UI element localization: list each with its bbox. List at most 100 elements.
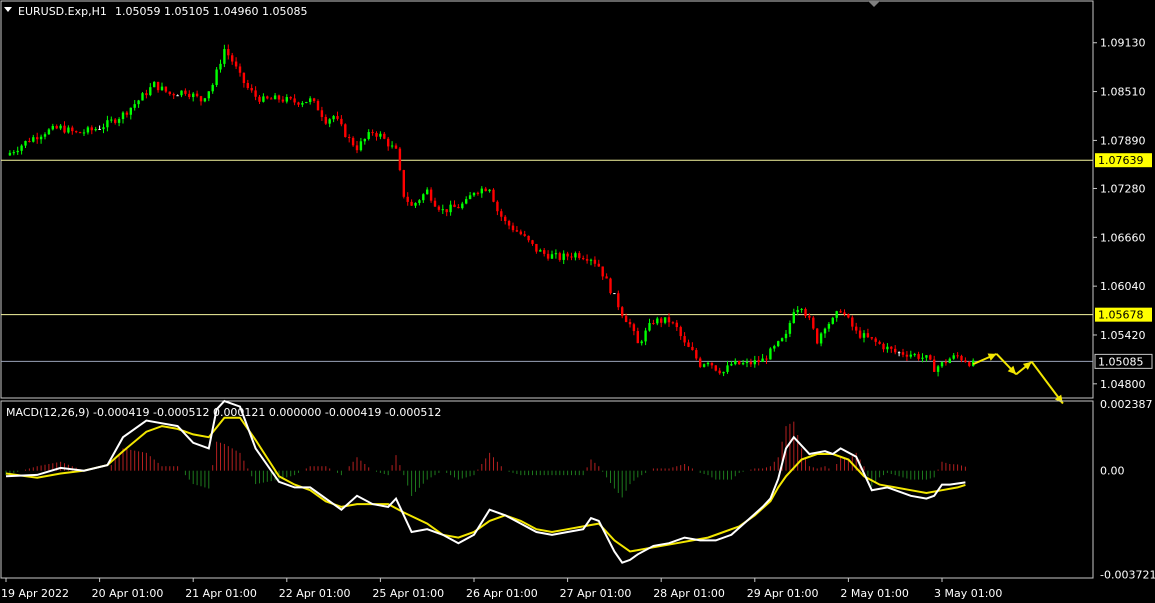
candle-body	[851, 317, 854, 327]
candle-body	[956, 355, 959, 357]
candle-body	[948, 358, 951, 364]
candle-body	[738, 360, 741, 365]
candle-body	[695, 350, 698, 359]
candle-body	[320, 110, 324, 117]
candle-body	[324, 116, 327, 124]
candle-body	[812, 317, 815, 329]
candle-body	[968, 362, 971, 366]
candle-body	[453, 204, 456, 208]
candle-body	[671, 322, 675, 324]
candle-body	[679, 327, 682, 337]
candle-body	[546, 253, 550, 259]
candle-body	[398, 148, 402, 171]
candle-body	[831, 317, 834, 324]
candle-body	[281, 99, 285, 102]
candle-body	[827, 323, 831, 329]
candle-body	[589, 259, 593, 261]
candle-body	[769, 348, 772, 360]
price-tick-label: 1.06660	[1100, 231, 1146, 244]
candle-body	[780, 338, 784, 342]
candle-body	[523, 234, 526, 236]
candle-body	[301, 103, 304, 105]
candle-body	[12, 152, 15, 154]
candle-body	[273, 95, 277, 100]
macd-tick-label: -0.003721	[1100, 568, 1155, 581]
candle-body	[355, 145, 359, 151]
candle-body	[192, 93, 195, 98]
candle-body	[32, 137, 35, 142]
candle-body	[804, 308, 807, 316]
candle-body	[262, 96, 265, 102]
candle-body	[457, 207, 460, 209]
candle-body	[426, 189, 429, 195]
candle-body	[944, 362, 948, 364]
candle-body	[585, 259, 589, 261]
candle-body	[808, 315, 811, 318]
candle-body	[71, 127, 74, 132]
candle-body	[535, 243, 538, 252]
candle-body	[741, 363, 745, 365]
candle-body	[601, 266, 604, 277]
candle-body	[449, 204, 452, 213]
candle-body	[648, 323, 651, 331]
candle-body	[102, 127, 105, 130]
candle-body	[211, 84, 214, 92]
candle-body	[609, 278, 612, 294]
candle-body	[675, 322, 678, 328]
candle-body	[527, 235, 530, 241]
candle-body	[28, 141, 31, 143]
candle-body	[363, 138, 366, 142]
candle-body	[433, 200, 437, 207]
chart-window[interactable]: 1.09130 1.08510 1.07890 1.07280 1.06660 1.060…	[0, 0, 1155, 603]
candle-body	[722, 371, 725, 374]
candle-body	[188, 93, 191, 98]
candle-body	[117, 119, 121, 123]
candle-body	[418, 200, 421, 203]
candle-body	[375, 133, 378, 137]
candle-body	[757, 360, 760, 362]
candle-body	[340, 118, 343, 125]
candle-body	[940, 362, 944, 367]
candle-body	[558, 253, 561, 260]
candle-body	[387, 138, 390, 147]
candle-body	[133, 104, 136, 108]
time-tick-label: 27 Apr 01:00	[560, 587, 632, 600]
candle-body	[55, 125, 58, 129]
time-tick-label: 26 Apr 01:00	[466, 587, 538, 600]
candle-body	[784, 333, 788, 339]
candle-body	[730, 364, 733, 366]
candle-body	[484, 188, 487, 192]
candle-body	[445, 209, 448, 213]
candle-body	[644, 330, 647, 342]
candle-body	[632, 324, 636, 332]
candle-body	[195, 93, 199, 97]
candle-body	[129, 107, 132, 115]
candle-body	[176, 95, 179, 97]
candle-body	[145, 93, 148, 96]
candle-body	[691, 346, 694, 351]
candle-body	[800, 308, 803, 310]
candle-body	[43, 134, 47, 137]
time-tick-label: 3 May 01:00	[934, 587, 1002, 600]
candle-body	[539, 250, 542, 252]
candle-body	[640, 341, 643, 344]
candle-body	[344, 124, 347, 137]
candle-body	[617, 293, 620, 308]
chart-background	[0, 0, 1155, 603]
price-tick-label: 1.04800	[1100, 378, 1146, 391]
candle-body	[663, 317, 667, 323]
candle-body	[917, 354, 920, 359]
time-tick-label: 25 Apr 01:00	[372, 587, 444, 600]
candle-body	[753, 360, 756, 365]
candle-body	[886, 346, 889, 350]
candle-body	[379, 133, 382, 137]
symbol-label: EURUSD.Exp,H1	[18, 5, 107, 18]
candle-body	[238, 66, 242, 73]
candle-body	[636, 331, 639, 344]
macd-tick-label: 0.002387	[1100, 398, 1153, 411]
candle-body	[141, 93, 144, 101]
candle-body	[933, 359, 936, 372]
candle-body	[258, 96, 261, 102]
candle-body	[168, 91, 171, 95]
candle-body	[566, 253, 569, 257]
